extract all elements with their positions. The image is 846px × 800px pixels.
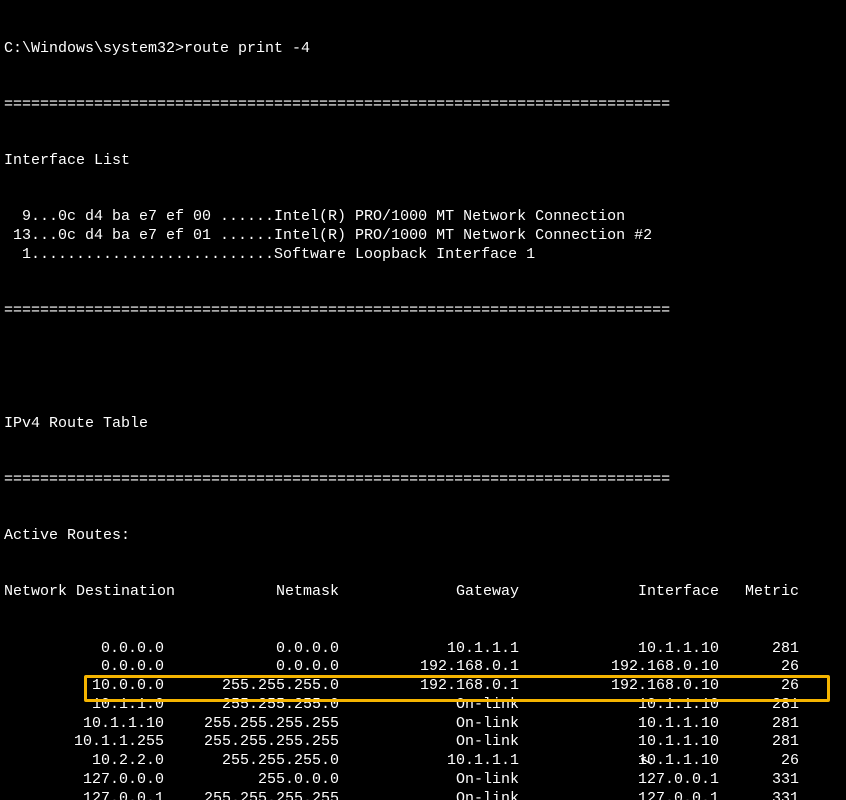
route-cell-dest: 10.1.1.10 xyxy=(4,715,174,734)
route-cell-dest: 10.0.0.0 xyxy=(4,677,174,696)
route-cell-if: 192.168.0.10 xyxy=(529,677,729,696)
route-cell-mask: 255.255.255.0 xyxy=(174,677,349,696)
route-row: 10.0.0.0255.255.255.0192.168.0.1192.168.… xyxy=(4,677,842,696)
route-cell-mask: 0.0.0.0 xyxy=(174,658,349,677)
route-cell-dest: 0.0.0.0 xyxy=(4,658,174,677)
route-cell-gw: On-link xyxy=(349,733,529,752)
route-cell-if: 127.0.0.1 xyxy=(529,771,729,790)
separator-line: ========================================… xyxy=(4,471,842,490)
separator-line: ========================================… xyxy=(4,302,842,321)
interface-list-item: 9...0c d4 ba e7 ef 00 ......Intel(R) PRO… xyxy=(4,208,842,227)
interface-list-item: 13...0c d4 ba e7 ef 01 ......Intel(R) PR… xyxy=(4,227,842,246)
route-cell-m: 281 xyxy=(729,640,809,659)
route-row: 0.0.0.00.0.0.0192.168.0.1192.168.0.1026 xyxy=(4,658,842,677)
route-row: 127.0.0.0255.0.0.0On-link127.0.0.1331 xyxy=(4,771,842,790)
header-destination: Network Destination xyxy=(4,583,174,602)
route-cell-dest: 127.0.0.1 xyxy=(4,790,174,800)
blank-line xyxy=(4,358,842,377)
route-row: 0.0.0.00.0.0.010.1.1.110.1.1.10281 xyxy=(4,640,842,659)
route-cell-if: 10.1.1.10 xyxy=(529,696,729,715)
route-row: 10.2.2.0255.255.255.010.1.1.110.1.1.1026 xyxy=(4,752,842,771)
terminal-output: C:\Windows\system32>route print -4 =====… xyxy=(0,0,846,800)
active-routes-title: Active Routes: xyxy=(4,527,842,546)
route-row: 10.1.1.10255.255.255.255On-link10.1.1.10… xyxy=(4,715,842,734)
route-table-body: 0.0.0.00.0.0.010.1.1.110.1.1.102810.0.0.… xyxy=(4,640,842,800)
route-row: 127.0.0.1255.255.255.255On-link127.0.0.1… xyxy=(4,790,842,800)
route-cell-gw: On-link xyxy=(349,771,529,790)
route-cell-mask: 255.255.255.0 xyxy=(174,752,349,771)
route-cell-m: 26 xyxy=(729,677,809,696)
route-cell-gw: 192.168.0.1 xyxy=(349,658,529,677)
route-row: 10.1.1.0255.255.255.0On-link10.1.1.10281 xyxy=(4,696,842,715)
route-cell-gw: 192.168.0.1 xyxy=(349,677,529,696)
route-cell-m: 281 xyxy=(729,696,809,715)
route-cell-m: 281 xyxy=(729,715,809,734)
route-cell-mask: 0.0.0.0 xyxy=(174,640,349,659)
interface-list: 9...0c d4 ba e7 ef 00 ......Intel(R) PRO… xyxy=(4,208,842,264)
route-cell-mask: 255.0.0.0 xyxy=(174,771,349,790)
command-prompt-line: C:\Windows\system32>route print -4 xyxy=(4,40,842,59)
route-cell-if: 10.1.1.10 xyxy=(529,752,729,771)
header-interface: Interface xyxy=(529,583,729,602)
route-cell-m: 26 xyxy=(729,752,809,771)
route-cell-dest: 0.0.0.0 xyxy=(4,640,174,659)
route-cell-dest: 10.1.1.255 xyxy=(4,733,174,752)
route-cell-if: 10.1.1.10 xyxy=(529,733,729,752)
route-cell-gw: 10.1.1.1 xyxy=(349,752,529,771)
route-table-title: IPv4 Route Table xyxy=(4,415,842,434)
route-cell-mask: 255.255.255.0 xyxy=(174,696,349,715)
route-cell-if: 10.1.1.10 xyxy=(529,640,729,659)
route-cell-gw: 10.1.1.1 xyxy=(349,640,529,659)
interface-list-item: 1...........................Software Loo… xyxy=(4,246,842,265)
route-cell-m: 331 xyxy=(729,790,809,800)
route-cell-m: 331 xyxy=(729,771,809,790)
route-cell-if: 127.0.0.1 xyxy=(529,790,729,800)
interface-list-title: Interface List xyxy=(4,152,842,171)
route-cell-if: 10.1.1.10 xyxy=(529,715,729,734)
route-cell-mask: 255.255.255.255 xyxy=(174,733,349,752)
route-table-header: Network Destination Netmask Gateway Inte… xyxy=(4,583,842,602)
route-cell-m: 281 xyxy=(729,733,809,752)
route-cell-dest: 10.2.2.0 xyxy=(4,752,174,771)
route-cell-mask: 255.255.255.255 xyxy=(174,715,349,734)
route-cell-gw: On-link xyxy=(349,790,529,800)
route-cell-gw: On-link xyxy=(349,696,529,715)
route-row: 10.1.1.255255.255.255.255On-link10.1.1.1… xyxy=(4,733,842,752)
separator-line: ========================================… xyxy=(4,96,842,115)
route-cell-if: 192.168.0.10 xyxy=(529,658,729,677)
header-gateway: Gateway xyxy=(349,583,529,602)
header-netmask: Netmask xyxy=(174,583,349,602)
route-cell-m: 26 xyxy=(729,658,809,677)
route-cell-dest: 10.1.1.0 xyxy=(4,696,174,715)
route-cell-mask: 255.255.255.255 xyxy=(174,790,349,800)
route-cell-dest: 127.0.0.0 xyxy=(4,771,174,790)
header-metric: Metric xyxy=(729,583,809,602)
route-cell-gw: On-link xyxy=(349,715,529,734)
